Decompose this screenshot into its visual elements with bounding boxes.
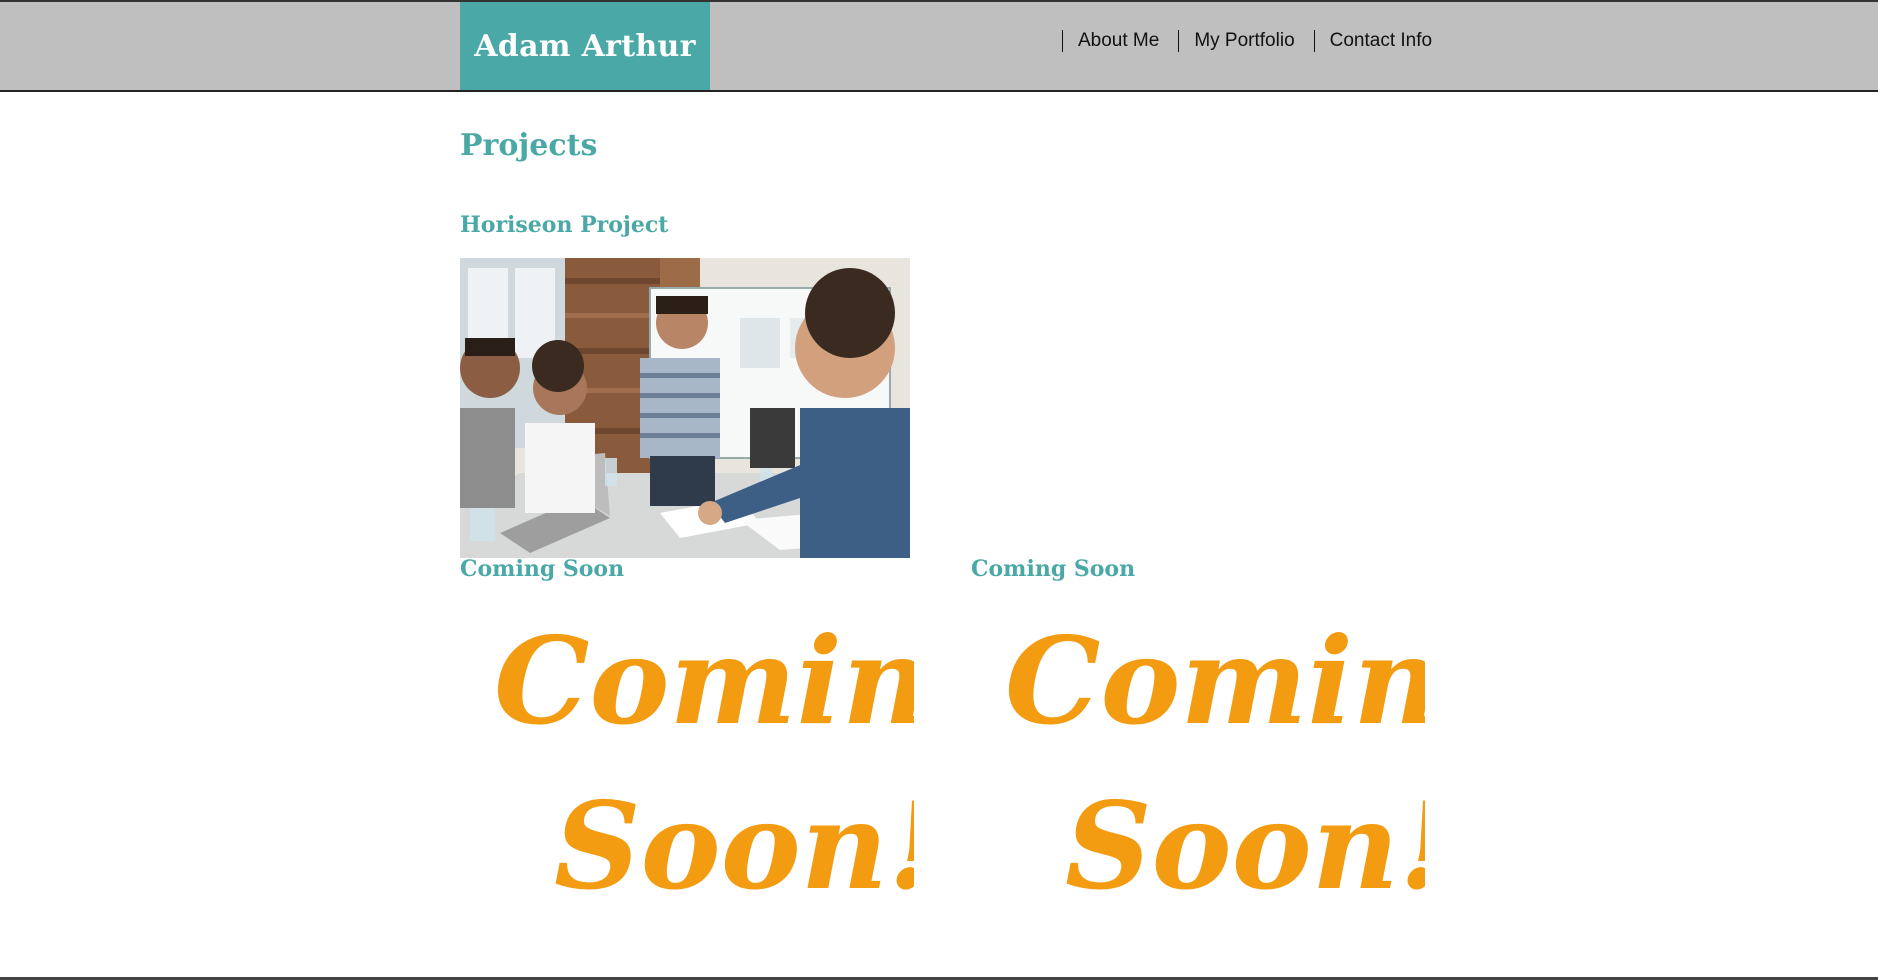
coming-soon-graphic-2[interactable]: Coming Soon! xyxy=(995,598,1524,918)
nav-link-contact-info[interactable]: Contact Info xyxy=(1313,30,1451,52)
nav-link-about-me[interactable]: About Me xyxy=(1062,30,1178,52)
site-header: Adam Arthur About Me My Portfolio Contac… xyxy=(0,0,1878,92)
team-meeting-photo[interactable] xyxy=(460,258,910,558)
section-title: Projects xyxy=(460,128,598,163)
svg-text:Soon!: Soon! xyxy=(1065,776,1425,917)
project-title-horiseon: Horiseon Project xyxy=(460,212,669,238)
svg-text:Soon!: Soon! xyxy=(554,776,914,917)
coming-soon-lettering: Coming Soon! xyxy=(494,611,1013,917)
project-title-coming-soon-2: Coming Soon xyxy=(971,556,1136,582)
project-title-coming-soon-1: Coming Soon xyxy=(460,556,625,582)
brand-logo[interactable]: Adam Arthur xyxy=(460,2,710,90)
coming-soon-graphic-1[interactable]: Coming Soon! xyxy=(484,598,1013,918)
svg-text:Coming: Coming xyxy=(494,611,914,752)
main-nav: About Me My Portfolio Contact Info xyxy=(1062,30,1451,52)
svg-text:Coming: Coming xyxy=(1005,611,1425,752)
brand-name: Adam Arthur xyxy=(474,28,696,64)
nav-link-my-portfolio[interactable]: My Portfolio xyxy=(1178,30,1313,52)
coming-soon-lettering: Coming Soon! xyxy=(1005,611,1524,917)
team-meeting-illustration xyxy=(460,258,910,558)
